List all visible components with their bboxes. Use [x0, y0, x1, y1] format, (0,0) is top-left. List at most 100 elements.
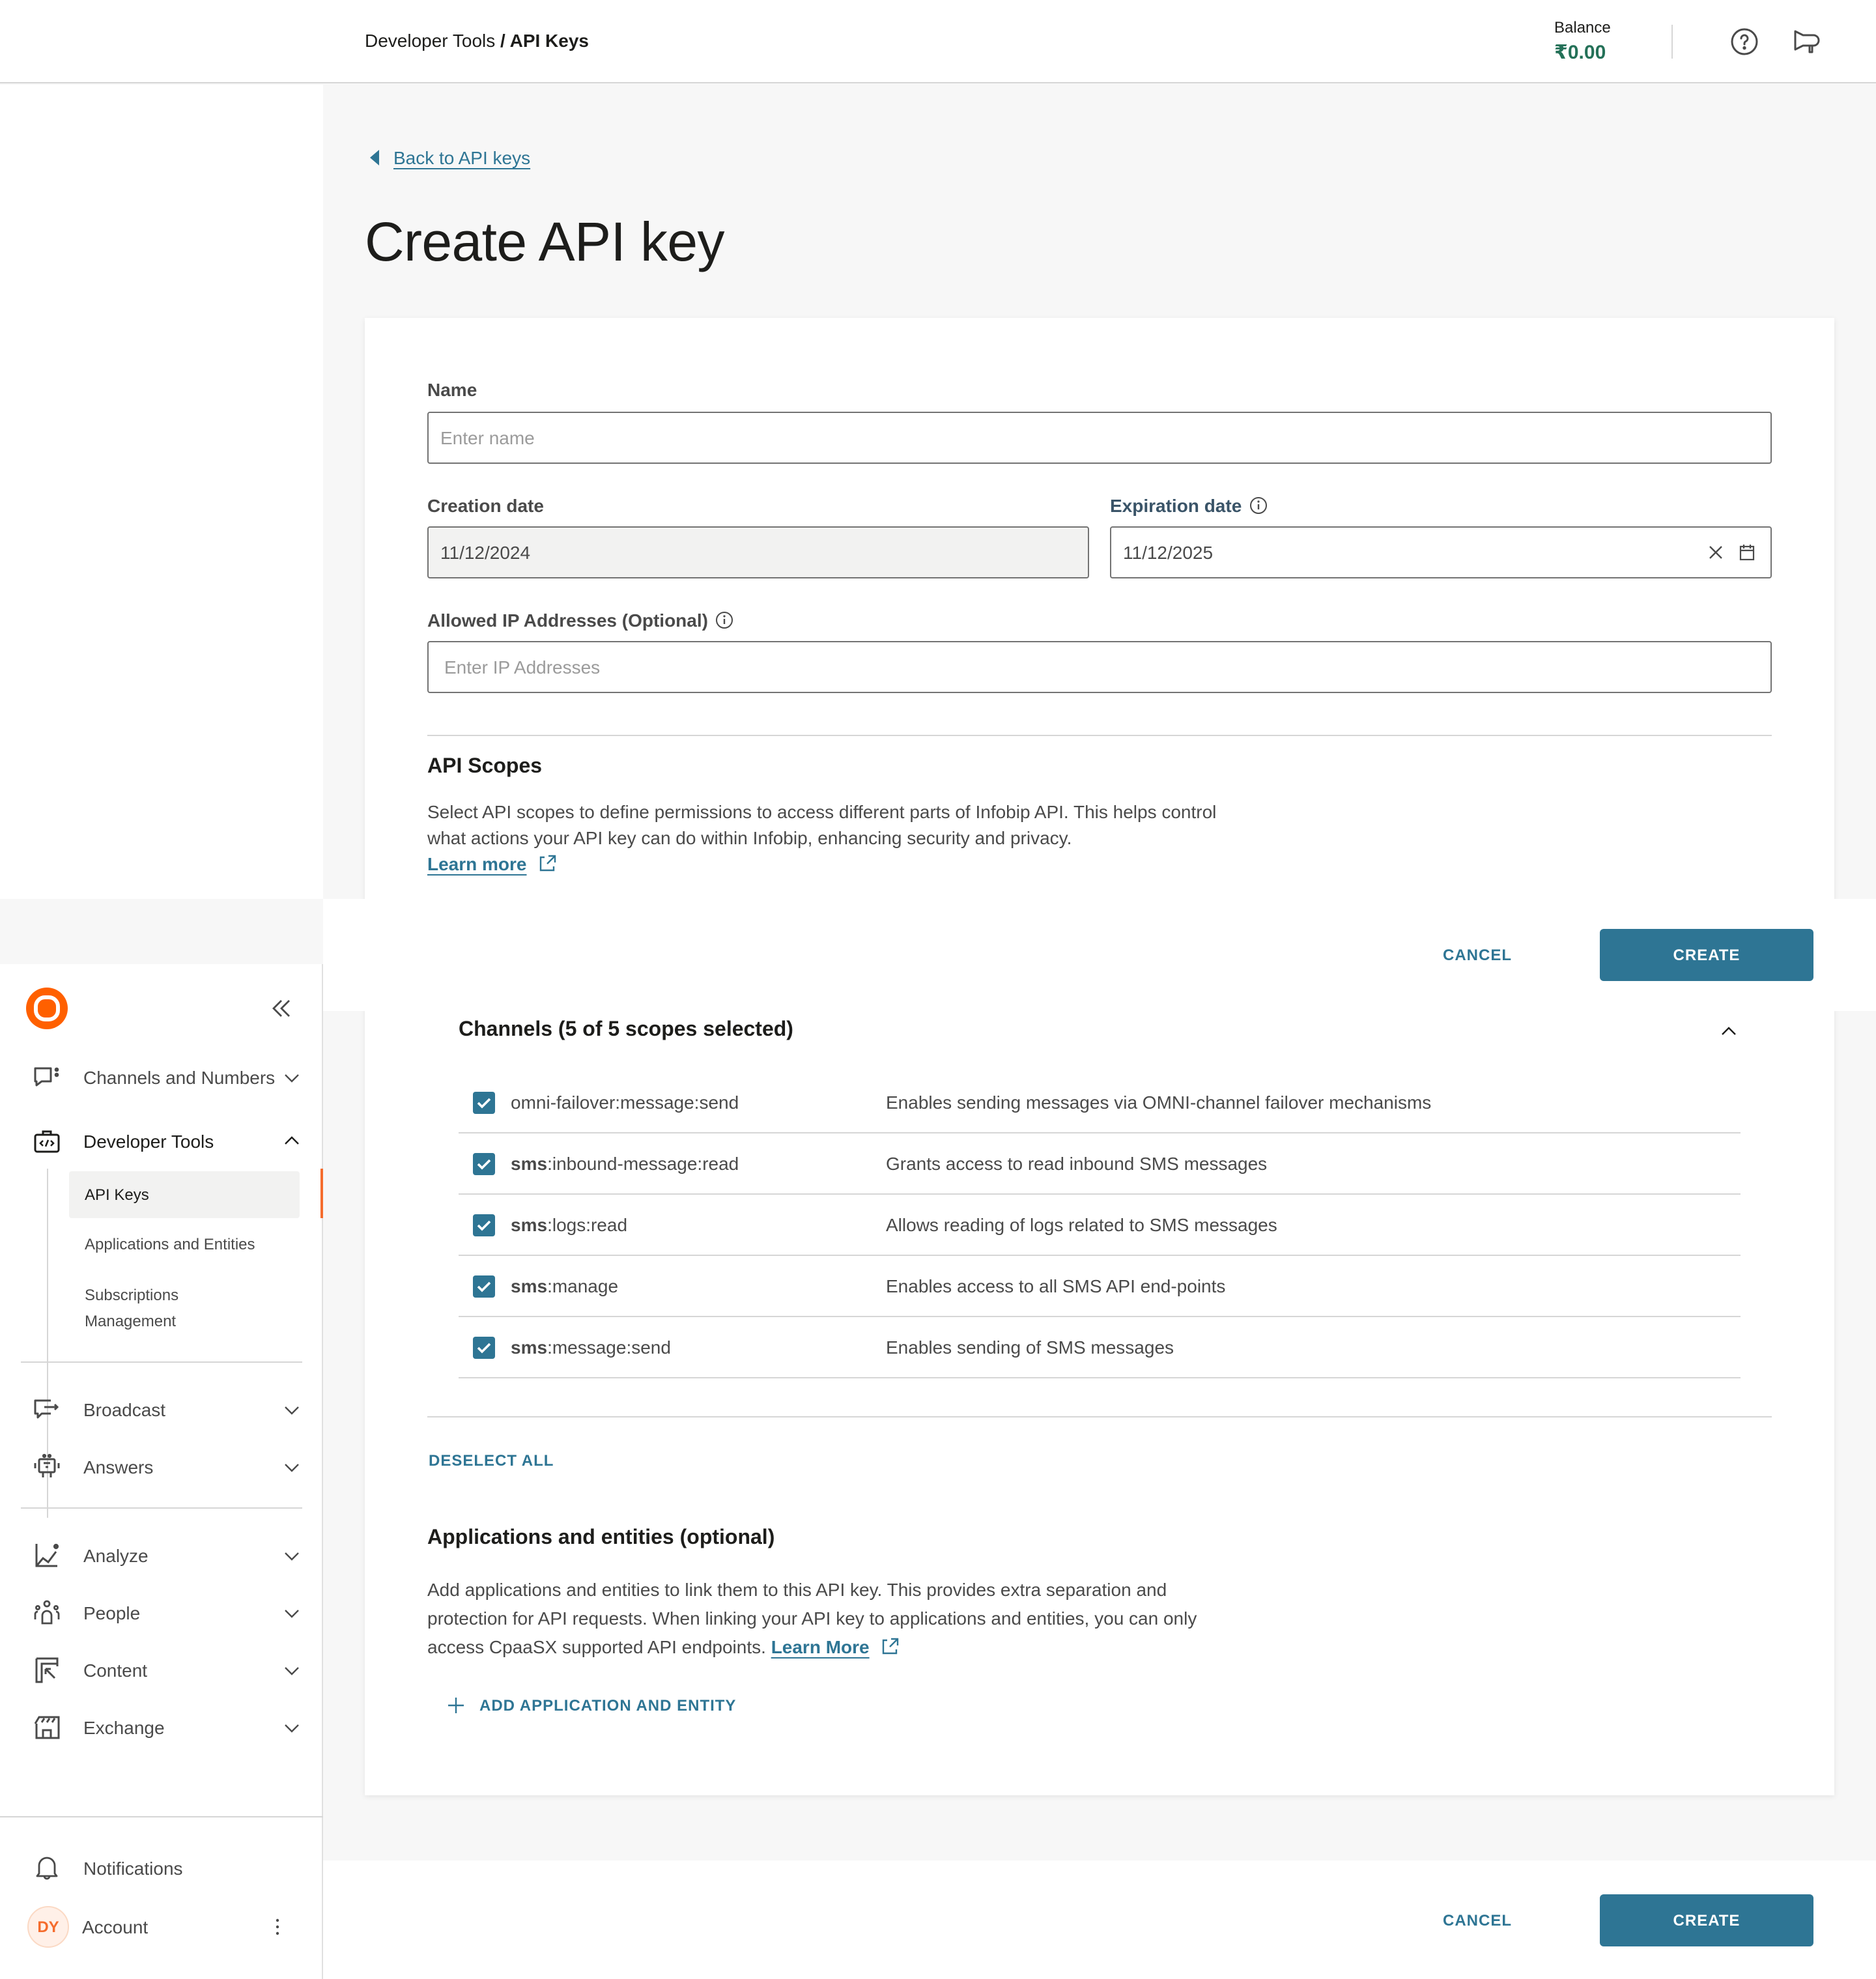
scope-row: sms:manage Enables access to all SMS API … — [459, 1256, 1741, 1317]
clear-icon[interactable] — [1705, 542, 1726, 563]
scope-name: sms:inbound-message:read — [511, 1153, 739, 1174]
scope-description: Allows reading of logs related to SMS me… — [886, 1214, 1277, 1235]
sidebar-item-answers[interactable]: Answers — [31, 1451, 302, 1483]
create-button[interactable]: CREATE — [1600, 1894, 1813, 1946]
breadcrumb-separator: / — [495, 30, 510, 51]
scope-name: sms:message:send — [511, 1337, 671, 1358]
header-divider — [1671, 25, 1673, 59]
sidebar-item-content[interactable]: Content — [31, 1655, 302, 1686]
collapse-sidebar-icon[interactable] — [268, 995, 294, 1028]
chat-icon — [31, 1062, 63, 1093]
external-link-icon — [883, 1638, 899, 1655]
scope-name: omni-failover:message:send — [511, 1092, 739, 1113]
sidebar-item-exchange[interactable]: Exchange — [31, 1712, 302, 1743]
sidebar-footer-divider — [0, 1816, 323, 1817]
caret-left-icon — [370, 150, 379, 165]
balance-value: ₹0.00 — [1554, 42, 1606, 64]
chevron-down-icon — [285, 1724, 299, 1733]
external-link-icon — [540, 855, 556, 872]
chevron-down-icon — [285, 1464, 299, 1472]
bell-icon — [31, 1853, 63, 1884]
sidebar-divider — [21, 1507, 302, 1509]
scope-row: sms:logs:read Allows reading of logs rela… — [459, 1195, 1741, 1256]
scope-description: Enables sending of SMS messages — [886, 1337, 1174, 1358]
people-icon — [31, 1597, 63, 1629]
divider — [427, 735, 1772, 736]
cancel-button[interactable]: CANCEL — [1419, 929, 1536, 981]
info-icon[interactable] — [716, 611, 734, 629]
balance-label: Balance — [1554, 18, 1611, 36]
more-vertical-icon[interactable] — [267, 1916, 288, 1937]
back-link-label: Back to API keys — [393, 147, 531, 168]
sidebar-item-people[interactable]: People — [31, 1597, 302, 1629]
sidebar-subitem-subscriptions-management[interactable]: Subscriptions Management — [69, 1279, 225, 1337]
scope-description: Enables sending messages via OMNI-channe… — [886, 1092, 1432, 1113]
breadcrumb-current: API Keys — [509, 30, 589, 51]
sidebar-item-analyze[interactable]: Analyze — [31, 1540, 302, 1571]
add-application-and-entity-button[interactable]: ADD APPLICATION AND ENTITY — [448, 1696, 736, 1715]
chevron-up-icon — [285, 1136, 299, 1145]
info-icon[interactable] — [1249, 496, 1268, 515]
sidebar-item-broadcast[interactable]: Broadcast — [31, 1394, 302, 1425]
help-icon[interactable] — [1729, 26, 1760, 57]
plus-icon — [448, 1698, 464, 1713]
sidebar-item-developer-tools[interactable]: Developer Tools — [31, 1126, 302, 1157]
checkmark-icon — [477, 1281, 491, 1292]
sidebar-subitem-applications-and-entities[interactable]: Applications and Entities — [69, 1221, 300, 1268]
breadcrumb: Developer Tools / API Keys — [365, 30, 589, 51]
sidebar-item-account[interactable]: DY Account — [27, 1906, 298, 1948]
scope-checkbox[interactable] — [473, 1152, 495, 1175]
sidebar-subitem-api-keys[interactable]: API Keys — [69, 1171, 300, 1218]
chevron-down-icon — [285, 1667, 299, 1675]
calendar-icon[interactable] — [1737, 542, 1757, 563]
store-icon — [31, 1712, 63, 1743]
checkmark-icon — [477, 1158, 491, 1169]
breadcrumb-parent[interactable]: Developer Tools — [365, 30, 495, 51]
collapse-group-icon[interactable] — [1718, 1021, 1739, 1049]
scope-checkbox[interactable] — [473, 1336, 495, 1358]
infobip-logo[interactable] — [26, 988, 68, 1036]
expiration-date-input[interactable]: 11/12/2025 — [1110, 526, 1772, 578]
scope-name: sms:logs:read — [511, 1214, 628, 1235]
active-indicator — [320, 1169, 323, 1218]
name-label: Name — [427, 379, 477, 400]
megaphone-icon[interactable] — [1791, 26, 1823, 57]
name-input[interactable] — [427, 412, 1772, 464]
checkmark-icon — [477, 1097, 491, 1108]
scope-checkbox[interactable] — [473, 1091, 495, 1113]
chevron-down-icon — [285, 1406, 299, 1415]
create-button[interactable]: CREATE — [1600, 929, 1813, 981]
scope-checkbox[interactable] — [473, 1214, 495, 1236]
page-title: Create API key — [365, 211, 724, 272]
creation-date-input: 11/12/2024 — [427, 526, 1089, 578]
learn-more-link[interactable]: Learn more — [427, 853, 527, 874]
top-header: Developer Tools / API Keys Balance ₹0.00 — [0, 0, 1876, 83]
api-scopes-description: Select API scopes to define permissions … — [427, 801, 1217, 874]
scope-row: omni-failover:message:send Enables sendin… — [459, 1072, 1741, 1133]
sidebar-item-notifications[interactable]: Notifications — [31, 1853, 302, 1884]
bot-icon — [31, 1451, 63, 1483]
learn-more-link[interactable]: Learn More — [771, 1636, 870, 1657]
chevron-down-icon — [285, 1552, 299, 1561]
scope-name: sms:manage — [511, 1275, 619, 1296]
analytics-icon — [31, 1540, 63, 1571]
allowed-ip-label: Allowed IP Addresses (Optional) — [427, 610, 734, 631]
sidebar-item-channels-and-numbers[interactable]: Channels and Numbers — [31, 1062, 302, 1093]
api-scopes-title: API Scopes — [427, 756, 543, 778]
allowed-ip-input[interactable] — [427, 641, 1772, 693]
chevron-down-icon — [285, 1074, 299, 1083]
scope-description: Enables access to all SMS API end-points — [886, 1275, 1226, 1296]
cancel-button[interactable]: CANCEL — [1419, 1894, 1536, 1946]
creation-date-label: Creation date — [427, 495, 544, 516]
sticky-action-bar: CANCEL CREATE — [323, 899, 1876, 1011]
divider — [427, 1416, 1772, 1417]
deselect-all-button[interactable]: DESELECT ALL — [429, 1451, 554, 1470]
applications-description: Add applications and entities to link th… — [427, 1579, 1197, 1657]
scope-group-title: Channels (5 of 5 scopes selected) — [459, 1019, 793, 1041]
content-icon — [31, 1655, 63, 1686]
balance-widget: Balance ₹0.00 — [1554, 18, 1611, 64]
back-to-api-keys-link[interactable]: Back to API keys — [370, 147, 530, 168]
scope-row: sms:message:send Enables sending of SMS m… — [459, 1317, 1741, 1378]
scope-row: sms:inbound-message:read Grants access to… — [459, 1133, 1741, 1195]
scope-checkbox[interactable] — [473, 1275, 495, 1297]
